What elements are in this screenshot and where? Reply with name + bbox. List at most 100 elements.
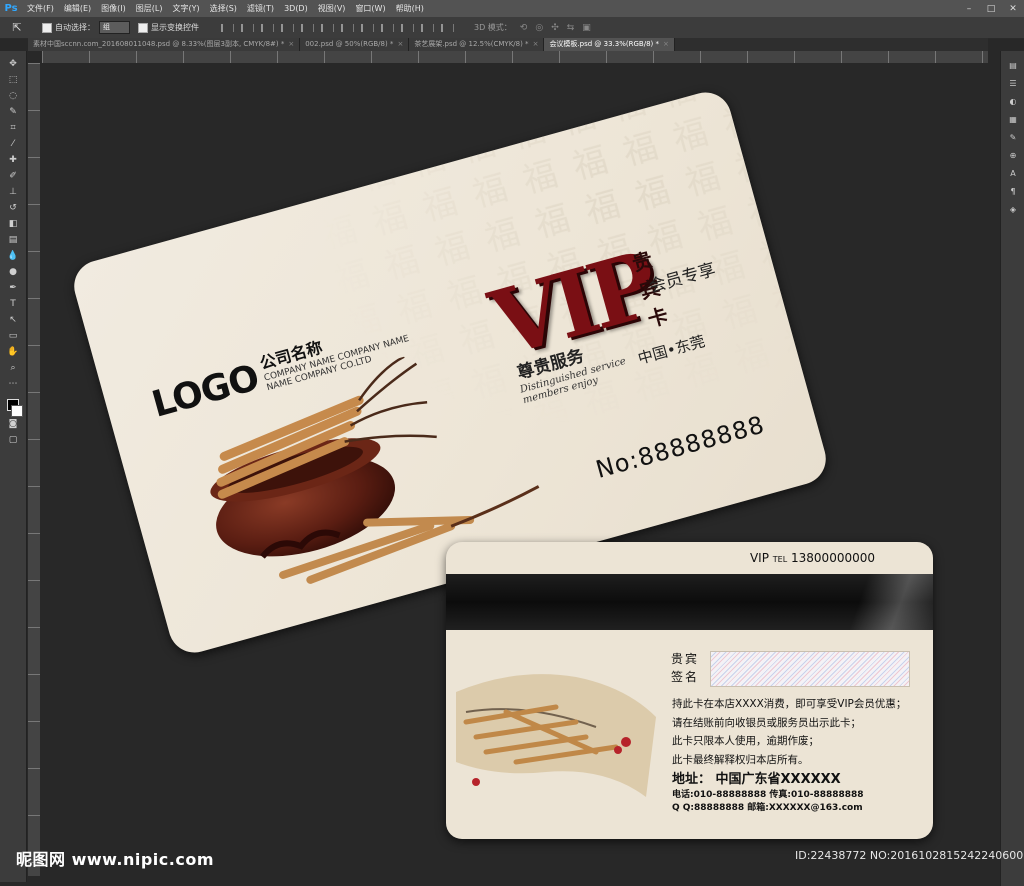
roll-3d-icon[interactable]: ◎: [535, 23, 543, 33]
vertical-ruler[interactable]: [28, 63, 40, 876]
menu-layer[interactable]: 图层(L): [131, 3, 168, 14]
path-select-tool-icon[interactable]: ↖: [4, 313, 22, 327]
tab-doc-4[interactable]: 会议模板.psd @ 33.3%(RGB/8) * ×: [544, 38, 675, 51]
maximize-icon[interactable]: □: [980, 4, 1002, 14]
align-center-icon[interactable]: [301, 23, 314, 32]
more-tools-icon[interactable]: ⋯: [4, 377, 22, 391]
terms-line-2: 请在结账前向收银员或服务员出示此卡；: [672, 716, 861, 729]
dodge-tool-icon[interactable]: ●: [4, 265, 22, 279]
terms-line-4: 此卡最终解释权归本店所有。: [672, 753, 809, 766]
align-middle-icon[interactable]: [241, 23, 254, 32]
distribute-middle-icon[interactable]: [361, 23, 374, 32]
tab-label: 002.psd @ 50%(RGB/8) *: [305, 40, 394, 48]
menu-file[interactable]: 文件(F): [22, 3, 59, 14]
eyedropper-tool-icon[interactable]: ⁄: [4, 137, 22, 151]
quick-select-tool-icon[interactable]: ✎: [4, 105, 22, 119]
distribute-center-icon[interactable]: [421, 23, 434, 32]
menu-window[interactable]: 窗口(W): [350, 3, 390, 14]
align-right-icon[interactable]: [321, 23, 334, 32]
distribute-top-icon[interactable]: [341, 23, 354, 32]
mode-3d-label: 3D 模式：: [474, 23, 512, 32]
horizontal-ruler[interactable]: [42, 51, 988, 63]
menu-help[interactable]: 帮助(H): [391, 3, 429, 14]
lasso-tool-icon[interactable]: ◌: [4, 89, 22, 103]
swatches-panel-icon[interactable]: ▦: [1006, 115, 1020, 127]
history-panel-icon[interactable]: ▤: [1006, 61, 1020, 73]
tel-label: TEL: [772, 555, 788, 564]
close-icon[interactable]: ×: [663, 38, 669, 51]
terms-line-1: 持此卡在本店XXXX消费，即可享受VIP会员优惠；: [672, 698, 907, 710]
character-panel-icon[interactable]: A: [1006, 169, 1020, 181]
menu-filter[interactable]: 滤镜(T): [242, 3, 279, 14]
terms-line-3: 此卡只限本人使用，逾期作废；: [672, 735, 819, 747]
close-icon[interactable]: ×: [397, 38, 403, 51]
align-left-icon[interactable]: [281, 23, 294, 32]
screen-mode-icon[interactable]: ▢: [4, 433, 22, 447]
distribute-left-icon[interactable]: [401, 23, 414, 32]
paragraph-panel-icon[interactable]: ¶: [1006, 187, 1020, 199]
terms-list: 持此卡在本店XXXX消费，即可享受VIP会员优惠； 请在结账前向收银员或服务员出…: [672, 695, 906, 769]
align-top-icon[interactable]: [221, 23, 234, 32]
menu-3d[interactable]: 3D(D): [279, 4, 313, 13]
crop-tool-icon[interactable]: ⌗: [4, 121, 22, 135]
adjustments-panel-icon[interactable]: ◐: [1006, 97, 1020, 109]
type-tool-icon[interactable]: T: [4, 297, 22, 311]
signature-strip: [710, 651, 910, 687]
menu-edit[interactable]: 编辑(E): [59, 3, 96, 14]
3d-panel-icon[interactable]: ◈: [1006, 205, 1020, 217]
slide-3d-icon[interactable]: ⇆: [567, 23, 575, 33]
site-watermark: 昵图网 www.nipic.com: [16, 850, 214, 869]
close-icon[interactable]: ×: [288, 38, 294, 51]
move-tool-icon[interactable]: ✥: [4, 57, 22, 71]
align-bottom-icon[interactable]: [261, 23, 274, 32]
gradient-tool-icon[interactable]: ▤: [4, 233, 22, 247]
brush-tool-icon[interactable]: ✐: [4, 169, 22, 183]
scale-3d-icon[interactable]: ▣: [582, 23, 591, 33]
blur-tool-icon[interactable]: 💧: [4, 249, 22, 263]
menu-select[interactable]: 选择(S): [205, 3, 242, 14]
distribute-right-icon[interactable]: [441, 23, 454, 32]
tab-doc-3[interactable]: 茶艺展架.psd @ 12.5%(CMYK/8) * ×: [409, 38, 545, 51]
tab-label: 素材中国sccnn.com_20160801104​8.psd @ 8.33%(…: [33, 40, 285, 48]
hand-tool-icon[interactable]: ✋: [4, 345, 22, 359]
show-transform-checkbox[interactable]: [138, 22, 148, 33]
tab-doc-2[interactable]: 002.psd @ 50%(RGB/8) * ×: [300, 38, 410, 51]
properties-panel-icon[interactable]: ☰: [1006, 79, 1020, 91]
tel-number: 13800000000: [791, 551, 875, 565]
healing-tool-icon[interactable]: ✚: [4, 153, 22, 167]
auto-select-label: 自动选择：: [55, 23, 95, 32]
shape-tool-icon[interactable]: ▭: [4, 329, 22, 343]
app-logo[interactable]: Ps: [0, 3, 22, 14]
pen-tool-icon[interactable]: ✒: [4, 281, 22, 295]
brush-panel-icon[interactable]: ✎: [1006, 133, 1020, 145]
document-tabs: 素材中国sccnn.com_20160801104​8.psd @ 8.33%(…: [28, 38, 988, 51]
auto-select-checkbox[interactable]: [42, 22, 52, 33]
clone-source-icon[interactable]: ⊕: [1006, 151, 1020, 163]
qq-email-line: Q Q:88888888 邮箱:XXXXXX@163.com: [672, 803, 863, 813]
tab-label: 茶艺展架.psd @ 12.5%(CMYK/8) *: [414, 40, 529, 48]
distribute-bottom-icon[interactable]: [381, 23, 394, 32]
tab-doc-1[interactable]: 素材中国sccnn.com_20160801104​8.psd @ 8.33%(…: [28, 38, 301, 51]
close-icon[interactable]: ×: [533, 38, 539, 51]
background-color-swatch[interactable]: [11, 405, 23, 417]
contact-info: 电话:010-88888888 传真:010-88888888 Q Q:8888…: [672, 789, 864, 815]
zoom-tool-icon[interactable]: ⌕: [4, 361, 22, 375]
menu-type[interactable]: 文字(Y): [167, 3, 204, 14]
menu-image[interactable]: 图像(I): [96, 3, 131, 14]
close-icon[interactable]: ✕: [1002, 4, 1024, 14]
history-brush-icon[interactable]: ↺: [4, 201, 22, 215]
eraser-tool-icon[interactable]: ◧: [4, 217, 22, 231]
minimize-icon[interactable]: –: [958, 4, 980, 14]
stamp-tool-icon[interactable]: ⊥: [4, 185, 22, 199]
mode-3d-buttons: ⟲ ◎ ✣ ⇆ ▣: [520, 23, 591, 33]
marquee-tool-icon[interactable]: ⬚: [4, 73, 22, 87]
move-tool-icon[interactable]: ⇱: [0, 21, 34, 34]
menu-view[interactable]: 视图(V): [313, 3, 351, 14]
quick-mask-icon[interactable]: ◙: [4, 417, 22, 431]
pan-3d-icon[interactable]: ✣: [551, 23, 559, 33]
rotate-3d-icon[interactable]: ⟲: [520, 23, 528, 33]
signature-label-line2: 签名: [671, 670, 700, 684]
stripe-highlight: [813, 574, 933, 630]
window-controls: – □ ✕: [958, 4, 1024, 14]
auto-select-dropdown[interactable]: 组: [99, 21, 130, 34]
